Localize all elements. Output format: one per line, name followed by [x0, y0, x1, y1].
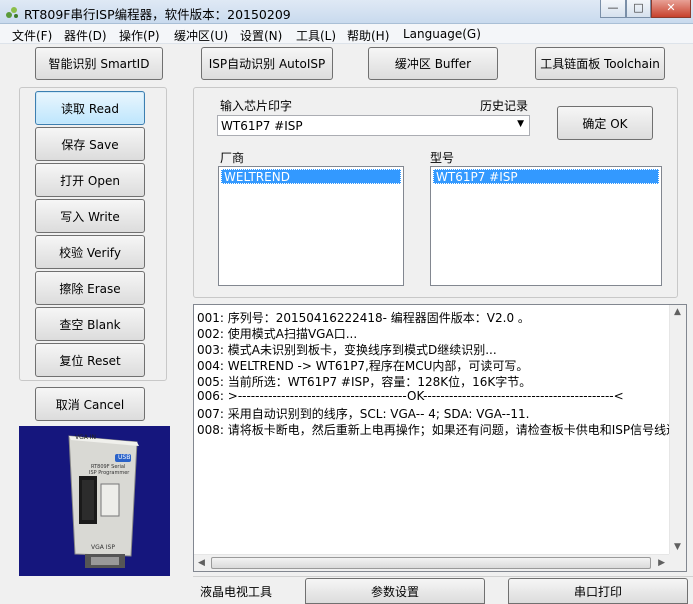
toolchain-button[interactable]: 工具链面板 Toolchain: [535, 47, 665, 80]
horizontal-scrollbar[interactable]: ◀ ▶: [194, 554, 669, 571]
programmer-photo: VGA IN USB RT809F Serial ISP Programmer …: [19, 426, 170, 576]
chevron-down-icon[interactable]: ▼: [517, 119, 524, 129]
log-line: 002: 使用模式A扫描VGA口...: [197, 327, 358, 341]
params-button[interactable]: 参数设置: [305, 578, 485, 604]
scroll-up-icon[interactable]: ▲: [674, 307, 681, 317]
title-bar[interactable]: RT809F串行ISP编程器，软件版本：20150209 — □ ✕: [0, 0, 693, 24]
menu-buffer[interactable]: 缓冲区(U): [174, 27, 228, 44]
minimize-button[interactable]: —: [600, 0, 626, 18]
vendor-list-item-selected[interactable]: WELTREND: [221, 169, 401, 184]
maximize-button[interactable]: □: [626, 0, 651, 18]
write-button[interactable]: 写入 Write: [35, 199, 145, 233]
lcd-tv-tool-label: 液晶电视工具: [200, 585, 273, 599]
vga-isp-label: VGA ISP: [91, 544, 115, 551]
horizontal-scroll-thumb[interactable]: [211, 557, 651, 569]
cancel-button[interactable]: 取消 Cancel: [35, 387, 145, 421]
chip-combobox-value: WT61P7 #ISP: [221, 119, 303, 133]
menu-language[interactable]: Language(G): [403, 27, 481, 41]
programmer-illustration: [68, 435, 139, 568]
scroll-left-icon[interactable]: ◀: [198, 558, 205, 568]
scroll-right-icon[interactable]: ▶: [658, 558, 665, 568]
buffer-button[interactable]: 缓冲区 Buffer: [368, 47, 498, 80]
log-line: 003: 模式A未识别到板卡，变换线序到模式D继续识别...: [197, 343, 497, 357]
model-label: 型号: [430, 151, 455, 165]
scroll-down-icon[interactable]: ▼: [674, 542, 681, 552]
log-line: 008: 请将板卡断电，然后重新上电再操作；如果还有问题，请检查板卡供电和ISP…: [197, 423, 679, 437]
reset-button[interactable]: 复位 Reset: [35, 343, 145, 377]
ok-button[interactable]: 确定 OK: [557, 106, 653, 140]
log-line: 006: >----------------------------------…: [197, 389, 624, 403]
verify-button[interactable]: 校验 Verify: [35, 235, 145, 269]
history-label: 历史记录: [480, 99, 529, 113]
scroll-corner: [669, 554, 686, 571]
vertical-scrollbar[interactable]: ▲ ▼: [669, 305, 686, 554]
read-button[interactable]: 读取 Read: [35, 91, 145, 125]
blank-button[interactable]: 查空 Blank: [35, 307, 145, 341]
log-line: 007: 采用自动识别到的线序，SCL: VGA-- 4; SDA: VGA--…: [197, 407, 530, 421]
usb-badge: USB: [118, 454, 131, 461]
menu-bar: 文件(F) 器件(D) 操作(P) 缓冲区(U) 设置(N) 工具(L) 帮助(…: [0, 24, 693, 44]
menu-device[interactable]: 器件(D): [64, 27, 107, 44]
vendor-list[interactable]: WELTREND: [218, 166, 404, 286]
menu-settings[interactable]: 设置(N): [240, 27, 282, 44]
log-line: 001: 序列号：20150416222418- 编程器固件版本：V2.0 。: [197, 311, 530, 325]
log-line: 005: 当前所选：WT61P7 #ISP，容量：128K位，16K字节。: [197, 375, 532, 389]
menu-file[interactable]: 文件(F): [12, 27, 52, 44]
model-list[interactable]: WT61P7 #ISP: [430, 166, 662, 286]
chip-combobox[interactable]: WT61P7 #ISP ▼: [217, 115, 530, 136]
model-list-item-selected[interactable]: WT61P7 #ISP: [433, 169, 659, 184]
smartid-button[interactable]: 智能识别 SmartID: [35, 47, 163, 80]
app-icon: [6, 7, 18, 18]
vga-in-label: VGA IN: [75, 434, 97, 441]
erase-button[interactable]: 擦除 Erase: [35, 271, 145, 305]
log-line: 004: WELTREND -> WT61P7,程序在MCU内部，可读可写。: [197, 359, 529, 373]
save-button[interactable]: 保存 Save: [35, 127, 145, 161]
close-button[interactable]: ✕: [651, 0, 691, 18]
menu-tools[interactable]: 工具(L): [296, 27, 336, 44]
chip-input-label: 输入芯片印字: [220, 99, 293, 113]
menu-help[interactable]: 帮助(H): [347, 27, 389, 44]
log-panel[interactable]: 001: 序列号：20150416222418- 编程器固件版本：V2.0 。 …: [193, 304, 687, 572]
serial-print-button[interactable]: 串口打印: [508, 578, 688, 604]
window-title: RT809F串行ISP编程器，软件版本：20150209: [24, 7, 291, 22]
open-button[interactable]: 打开 Open: [35, 163, 145, 197]
autoisp-button[interactable]: ISP自动识别 AutoISP: [201, 47, 333, 80]
vendor-label: 厂商: [220, 151, 245, 165]
device-label-2: ISP Programmer: [89, 470, 130, 476]
menu-operation[interactable]: 操作(P): [119, 27, 160, 44]
